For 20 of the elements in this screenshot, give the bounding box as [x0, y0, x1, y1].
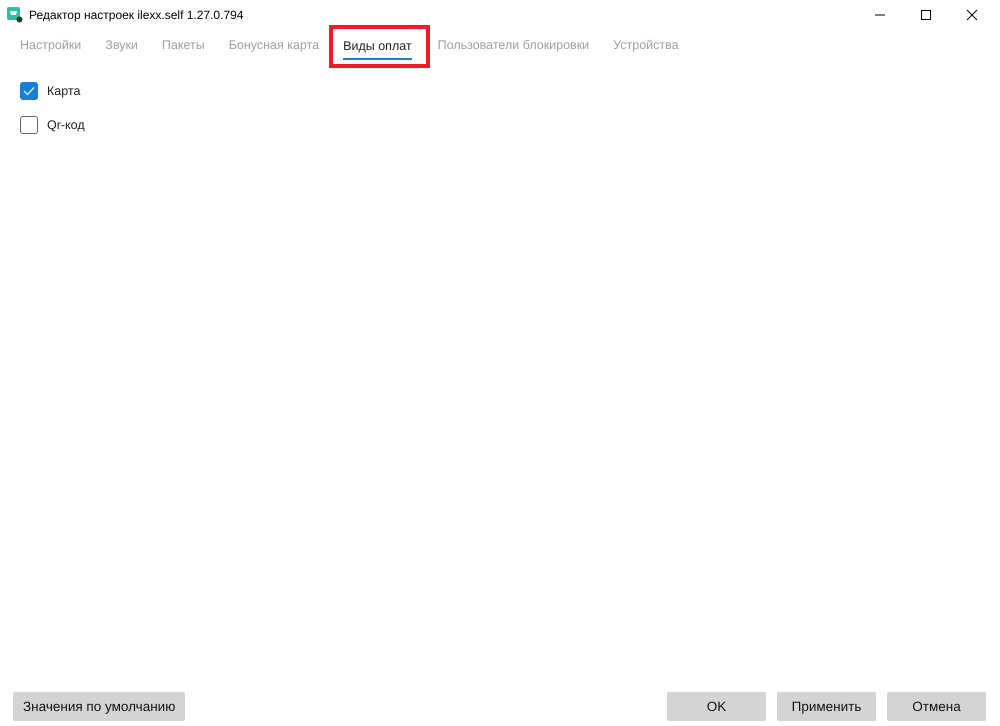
tab[interactable]: Устройства [613, 34, 679, 58]
dialog-button[interactable]: Применить [777, 692, 876, 721]
tab[interactable]: Пользователи блокировки [438, 34, 590, 58]
tab[interactable]: Бонусная карта [228, 34, 320, 58]
dialog-button[interactable]: OK [667, 692, 766, 721]
checkbox[interactable] [20, 116, 38, 134]
checkbox-label: Qr-код [47, 118, 85, 132]
tab[interactable]: Виды оплат [343, 34, 412, 60]
checkbox-label: Карта [47, 84, 80, 98]
window-title: Редактор настроек ilexx.self 1.27.0.794 [29, 8, 244, 22]
close-icon[interactable] [966, 9, 978, 21]
dialog-button[interactable]: Отмена [887, 692, 986, 721]
maximize-icon[interactable] [920, 9, 932, 21]
tab[interactable]: Настройки [20, 34, 82, 58]
app-cart-icon [7, 7, 23, 23]
checkbox[interactable] [20, 82, 38, 100]
defaults-button[interactable]: Значения по умолчанию [13, 692, 186, 721]
tab[interactable]: Пакеты [162, 34, 205, 58]
tab[interactable]: Звуки [105, 34, 138, 58]
checkmark-icon [23, 86, 35, 96]
